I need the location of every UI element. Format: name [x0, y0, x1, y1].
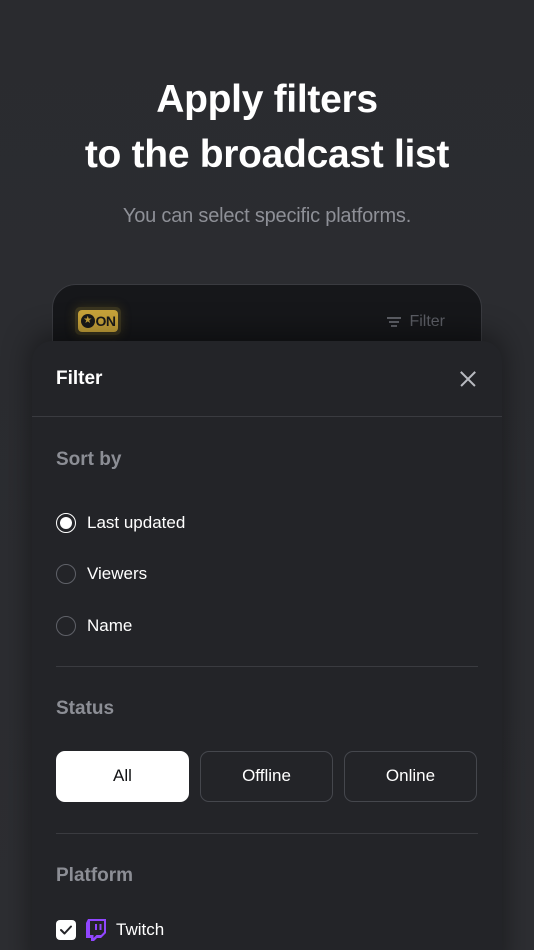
sort-option-label: Last updated: [87, 512, 186, 532]
sheet-title: Filter: [56, 367, 103, 389]
twitch-icon: [86, 918, 106, 941]
sort-by-title: Sort by: [56, 449, 122, 470]
status-section: Status All Offline Online: [32, 667, 502, 802]
sheet-header: Filter: [32, 341, 502, 417]
filter-lines-icon: [387, 317, 402, 327]
sort-option-label: Name: [87, 615, 133, 635]
platform-title: Platform: [56, 864, 134, 886]
filter-button[interactable]: Filter: [387, 313, 445, 331]
close-icon[interactable]: [456, 367, 480, 391]
checkbox-checked-icon[interactable]: [56, 919, 76, 940]
platform-section: Platform Twitch: [32, 834, 502, 941]
status-segmented-control: All Offline Online: [56, 750, 478, 802]
sort-option-name[interactable]: Name: [56, 600, 478, 652]
sort-option-last-updated[interactable]: Last updated: [56, 497, 478, 549]
sort-option-label: Viewers: [87, 564, 148, 584]
app-logo: ★ ON: [75, 307, 121, 335]
filter-button-label: Filter: [409, 313, 445, 330]
radio-unselected-icon[interactable]: [56, 615, 76, 636]
status-offline-button[interactable]: Offline: [200, 750, 333, 802]
radio-unselected-icon[interactable]: [56, 564, 76, 585]
star-icon: ★: [80, 314, 95, 328]
headline-line-2: to the broadcast list: [84, 133, 450, 176]
radio-selected-icon[interactable]: [56, 512, 76, 533]
sort-by-section: Sort by Last updated Viewers Name: [32, 417, 502, 652]
headline-line-1: Apply filters: [156, 78, 378, 121]
promo-screen: Apply filters to the broadcast list You …: [0, 0, 534, 950]
platform-label: Twitch: [116, 919, 165, 939]
logo-text: ON: [95, 313, 117, 329]
platform-item-twitch[interactable]: Twitch: [56, 918, 478, 941]
status-online-button[interactable]: Online: [344, 750, 477, 802]
sort-option-viewers[interactable]: Viewers: [56, 549, 478, 601]
promo-subtitle: You can select specific platforms.: [122, 205, 412, 227]
status-title: Status: [56, 697, 115, 719]
status-all-button[interactable]: All: [56, 750, 189, 802]
sort-by-options: Last updated Viewers Name: [56, 497, 478, 652]
promo-headline: Apply filters to the broadcast list: [0, 72, 534, 182]
filter-bottom-sheet: Filter Sort by Last updated Viewers Name: [32, 341, 502, 950]
